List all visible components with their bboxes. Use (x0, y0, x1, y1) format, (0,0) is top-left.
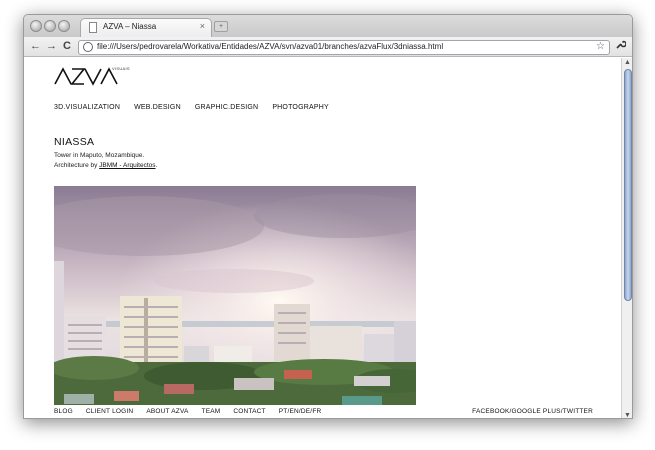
tab-title: AZVA – Niassa (103, 22, 157, 31)
page-footer: BLOG CLIENT LOGIN ABOUT AZVA TEAM CONTAC… (24, 405, 621, 418)
scroll-thumb[interactable] (624, 69, 632, 301)
azva-logo[interactable] (54, 66, 118, 86)
back-button[interactable]: ← (30, 39, 41, 53)
footer-link-team[interactable]: TEAM (202, 408, 221, 415)
browser-toolbar: ← → C file:///Users/pedrovarela/Workativ… (24, 37, 632, 57)
main-nav: 3D.VISUALIZATION WEB.DESIGN GRAPHIC.DESI… (54, 104, 329, 111)
azva-logo-mark (54, 67, 118, 86)
footer-links: BLOG CLIENT LOGIN ABOUT AZVA TEAM CONTAC… (54, 408, 321, 415)
browser-tab[interactable]: AZVA – Niassa × (80, 18, 212, 37)
credit-prefix: Architecture by (54, 162, 100, 169)
footer-link-client-login[interactable]: CLIENT LOGIN (86, 408, 133, 415)
credit-suffix: . (155, 162, 158, 169)
footer-language-switch[interactable]: PT/EN/DE/FR (279, 408, 322, 415)
maputo-skyline-image (54, 186, 416, 408)
address-bar[interactable]: file:///Users/pedrovarela/Workativa/Enti… (78, 40, 610, 55)
scroll-down-arrow-icon[interactable]: ▼ (624, 412, 631, 418)
tab-strip: AZVA – Niassa × + (24, 15, 632, 37)
architect-link[interactable]: JBMM - Arquitectos (99, 162, 155, 169)
scroll-up-arrow-icon[interactable]: ▲ (624, 59, 631, 66)
forward-button[interactable]: → (46, 39, 57, 53)
page-viewport: VISUAIS 3D.VISUALIZATION WEB.DESIGN GRAP… (24, 58, 621, 418)
page-info-icon[interactable] (83, 42, 93, 52)
project-credit: Architecture by JBMM - Arquitectos. (54, 161, 157, 171)
project-location: Tower in Maputo, Mozambique. (54, 152, 145, 159)
wrench-menu-icon[interactable] (615, 39, 627, 53)
document-icon (89, 22, 97, 33)
browser-window: AZVA – Niassa × + ← → C file:///Users/pe… (23, 14, 633, 419)
minimize-window-button[interactable] (44, 20, 56, 32)
project-title: NIASSA (54, 136, 95, 148)
vertical-scrollbar[interactable]: ▲ ▼ (621, 58, 632, 418)
nav-3d-visualization[interactable]: 3D.VISUALIZATION (54, 104, 120, 111)
project-photo (54, 186, 416, 408)
footer-link-about[interactable]: ABOUT AZVA (146, 408, 188, 415)
footer-link-blog[interactable]: BLOG (54, 408, 73, 415)
reload-button[interactable]: C (63, 39, 71, 53)
nav-web-design[interactable]: WEB.DESIGN (134, 104, 181, 111)
bookmark-star-icon[interactable]: ☆ (596, 41, 605, 52)
footer-link-contact[interactable]: CONTACT (233, 408, 265, 415)
url-text[interactable]: file:///Users/pedrovarela/Workativa/Enti… (97, 42, 443, 51)
nav-graphic-design[interactable]: GRAPHIC.DESIGN (195, 104, 258, 111)
close-window-button[interactable] (30, 20, 42, 32)
logo-tagline: VISUAIS (112, 66, 130, 71)
new-tab-button[interactable]: + (214, 21, 228, 32)
project-description: Tower in Maputo, Mozambique. Architectur… (54, 151, 157, 171)
zoom-window-button[interactable] (58, 20, 70, 32)
close-tab-icon[interactable]: × (200, 21, 205, 31)
nav-photography[interactable]: PHOTOGRAPHY (272, 104, 329, 111)
footer-social-links[interactable]: FACEBOOK/GOOGLE PLUS/TWITTER (472, 408, 593, 415)
